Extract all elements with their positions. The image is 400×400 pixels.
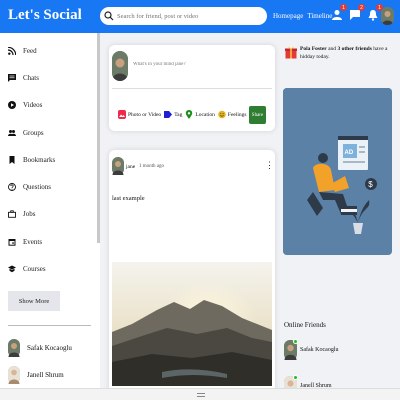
birthday-text: Pola Foster and 3 other friends have a h… (300, 45, 395, 62)
online-friend-name: Safak Kocaoglu (300, 347, 339, 353)
share-divider (112, 88, 272, 89)
share-options: Photo or Video Tag Location Feelings (118, 110, 247, 119)
sidebar-item-groups[interactable]: Groups (8, 129, 44, 137)
post-image[interactable] (112, 262, 272, 386)
online-indicator (293, 339, 298, 344)
emoji-icon (218, 110, 226, 119)
birthday-name: Pola Foster (300, 46, 327, 52)
gift-icon (285, 46, 297, 59)
online-indicator (293, 375, 298, 380)
sidebar-item-events[interactable]: Events (8, 238, 42, 246)
option-label: Tag (174, 111, 183, 118)
friend-name: Janell Shrum (27, 371, 64, 379)
svg-text:AD: AD (345, 150, 354, 156)
location-option[interactable]: Location (185, 110, 215, 119)
briefcase-icon (8, 210, 16, 218)
timeline-link[interactable]: Timeline (307, 12, 332, 20)
sidebar-item-videos[interactable]: Videos (8, 101, 42, 109)
chat-icon (8, 74, 16, 82)
location-icon (186, 110, 193, 119)
svg-text:$: $ (368, 180, 373, 189)
more-vert-icon[interactable]: ⋮ (265, 161, 274, 170)
birthday-notice: Pola Foster and 3 other friends have a h… (285, 45, 395, 62)
post-text: last example (112, 195, 145, 202)
avatar (284, 339, 298, 360)
online-friend[interactable]: Safak Kocaoglu (284, 339, 339, 360)
sidebar-item-chats[interactable]: Chats (8, 74, 39, 82)
birthday-others: 3 other friends (337, 46, 372, 52)
ad-illustration: AD $ (283, 88, 392, 255)
option-label: Location (195, 111, 215, 118)
calendar-icon (8, 239, 16, 246)
sidebar-item-label: Jobs (23, 210, 36, 218)
search-icon (104, 11, 114, 21)
status-input[interactable] (133, 62, 263, 67)
drag-handle-icon[interactable] (197, 393, 205, 397)
sidebar-item-label: Bookmarks (23, 156, 56, 164)
friend-item[interactable]: Janell Shrum (8, 366, 64, 384)
person-icon[interactable]: 1 (331, 4, 347, 20)
sidebar-item-label: Events (23, 238, 43, 246)
friend-name: Safak Kocaoglu (27, 344, 72, 352)
sidebar-item-label: Groups (23, 129, 44, 137)
top-icons: 1 2 1 (331, 4, 383, 21)
chat-icon[interactable]: 2 (349, 4, 365, 20)
photo-option[interactable]: Photo or Video (118, 110, 161, 119)
online-friends-title: Online Friends (284, 321, 326, 329)
option-label: Photo or Video (128, 111, 162, 118)
feelings-option[interactable]: Feelings (218, 110, 247, 119)
school-icon (8, 265, 16, 273)
chat-badge: 2 (358, 4, 365, 11)
bookmark-icon (9, 156, 15, 164)
sidebar-item-bookmarks[interactable]: Bookmarks (8, 156, 55, 164)
profile-avatar[interactable] (381, 7, 394, 25)
sidebar-scrollbar[interactable] (97, 33, 100, 243)
search-input[interactable] (117, 12, 262, 20)
homepage-link[interactable]: Homepage (273, 12, 303, 20)
topbar: Let's Social Homepage Timeline 1 2 1 (0, 0, 400, 33)
sidebar-item-questions[interactable]: Questions (8, 183, 51, 191)
ad-card[interactable]: AD $ (283, 88, 392, 255)
sidebar-item-feed[interactable]: Feed (8, 47, 37, 55)
top-links: Homepage Timeline (273, 12, 332, 20)
post-username[interactable]: jane (126, 164, 135, 170)
sidebar-item-courses[interactable]: Courses (8, 265, 46, 273)
sidebar-item-jobs[interactable]: Jobs (8, 210, 35, 218)
photo-icon (118, 110, 126, 119)
tag-icon (164, 111, 173, 118)
share-button[interactable]: Share (249, 106, 266, 124)
tag-option[interactable]: Tag (164, 110, 182, 119)
post-card: jane 1 month ago ⋮ last example (109, 150, 275, 400)
sidebar-divider (8, 325, 91, 326)
left-sidebar: Feed Chats Videos Groups Bookmarks Quest… (0, 33, 100, 388)
sidebar-item-label: Feed (23, 47, 37, 55)
show-more-button[interactable]: Show More (8, 291, 60, 311)
sidebar-item-label: Videos (23, 101, 43, 109)
avatar[interactable] (112, 157, 124, 175)
play-icon (8, 101, 16, 109)
birthday-mid: and (326, 46, 338, 52)
avatar (112, 51, 128, 81)
avatar (8, 366, 20, 384)
sidebar-item-label: Courses (23, 265, 46, 273)
searchbar[interactable] (100, 7, 267, 25)
resize-bar[interactable] (0, 388, 400, 400)
rss-icon (8, 47, 16, 55)
logo[interactable]: Let's Social (8, 7, 82, 24)
question-icon (8, 183, 16, 191)
bell-icon[interactable]: 1 (367, 4, 383, 21)
group-icon (8, 130, 16, 136)
sidebar-item-label: Questions (23, 183, 51, 191)
person-badge: 1 (340, 4, 347, 11)
sidebar-item-label: Chats (23, 74, 39, 82)
option-label: Feelings (227, 111, 247, 118)
post-time: 1 month ago (139, 164, 164, 169)
friend-item[interactable]: Safak Kocaoglu (8, 339, 72, 357)
avatar (8, 339, 20, 357)
